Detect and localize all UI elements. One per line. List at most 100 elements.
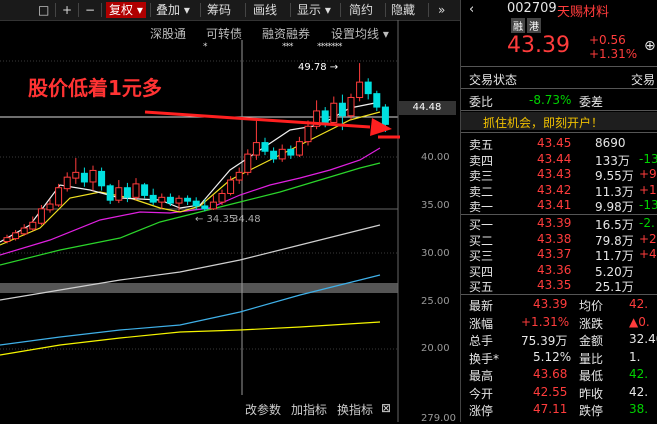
ma-line-green xyxy=(0,162,381,266)
stock-code: 002709 xyxy=(507,1,557,16)
stats-row: 总手 75.39万金额 32.40 xyxy=(461,332,657,348)
candle-body xyxy=(55,187,63,206)
stat-value: 1. xyxy=(629,349,641,364)
price-change: +0.56 xyxy=(589,33,626,47)
ask-row[interactable]: 卖三 43.43 9.55万 +9. xyxy=(461,167,657,184)
price-pct: +1.31% xyxy=(589,47,638,61)
ask-row[interactable]: 卖四 43.44 133万 -13. xyxy=(461,151,657,168)
low-label: ← 34.35 xyxy=(195,214,235,225)
order-label: 买四 xyxy=(469,264,494,279)
order-price: 43.35 xyxy=(537,278,572,293)
candle-body xyxy=(89,169,97,183)
order-volume: 133万 xyxy=(595,153,630,168)
add-indicator-button[interactable]: 加指标 xyxy=(291,401,327,418)
order-price: 43.38 xyxy=(537,231,572,246)
high-label: 49.78 → xyxy=(298,62,338,73)
order-volume: 9.55万 xyxy=(595,169,634,184)
order-label: 卖五 xyxy=(469,138,494,152)
margin-badge: 融 xyxy=(511,18,525,33)
candle-body xyxy=(192,200,200,207)
stats-row: 换手* 5.12% 量比 1. xyxy=(461,349,657,366)
candle-body xyxy=(115,187,123,201)
order-label: 买五 xyxy=(469,280,494,295)
promo-banner[interactable]: 抓住机会，即刻开户！ xyxy=(461,112,657,130)
candle-body xyxy=(347,96,355,117)
stat-label: 跌停 xyxy=(579,404,604,418)
order-label: 卖一 xyxy=(469,200,494,215)
bid-row[interactable]: 买五 43.35 25.1万 xyxy=(461,278,657,295)
candle-body xyxy=(330,102,338,123)
current-price: 43.39 xyxy=(507,33,570,58)
hk-badge: 港 xyxy=(527,18,541,33)
low-label2: 34.48 xyxy=(232,214,261,225)
bid-row[interactable]: 买三 43.37 11.7万 +4. xyxy=(461,247,657,264)
candle-body xyxy=(175,197,183,204)
bid-row[interactable]: 买二 43.38 79.8万 +27. xyxy=(461,231,657,248)
collapse-icon[interactable]: ‹ xyxy=(469,2,474,17)
order-change: -13. xyxy=(639,151,657,166)
ask-row[interactable]: 卖二 43.42 11.3万 +10 xyxy=(461,182,657,199)
candle-body xyxy=(158,196,166,203)
close-icon[interactable]: ⊠ xyxy=(381,401,391,415)
stat-value: 75.39万 xyxy=(521,334,568,348)
candle-body xyxy=(252,142,260,156)
candle-body xyxy=(72,171,80,179)
stats-row: 最新 43.39 均价 42. xyxy=(461,297,657,313)
candle-body xyxy=(141,184,149,196)
add-icon[interactable]: ⊕ xyxy=(644,38,656,54)
bid-row[interactable]: 买四 43.36 5.20万 xyxy=(461,263,657,279)
y-tick: 279.00 xyxy=(421,413,456,424)
stats-row: 涨停 47.11 跌停 38. xyxy=(461,402,657,418)
candle-body xyxy=(278,148,286,160)
order-change: +10 xyxy=(639,182,657,197)
candle-body xyxy=(63,176,71,190)
candle-body xyxy=(98,170,106,187)
candle-body xyxy=(373,93,381,108)
order-label: 卖三 xyxy=(469,169,494,184)
order-change: -2. xyxy=(639,216,655,230)
change-indicator-button[interactable]: 换指标 xyxy=(337,401,373,418)
candle-body xyxy=(270,150,278,160)
candle-body xyxy=(12,232,20,240)
order-volume: 16.5万 xyxy=(595,218,634,232)
stat-label: 涨幅 xyxy=(469,316,494,331)
stat-value: 42. xyxy=(629,297,649,311)
order-volume: 5.20万 xyxy=(595,264,634,279)
webi-label: 委比 xyxy=(469,95,494,109)
quote-panel: ‹ 002709 天赐材料 融 港 43.39 +0.56 +1.31% ⊕ 交… xyxy=(460,0,657,422)
candle-body xyxy=(261,142,269,152)
order-price: 43.44 xyxy=(537,151,572,166)
y-tick: 40.00 xyxy=(421,152,450,163)
order-change: -13. xyxy=(639,198,657,213)
stat-label: 总手 xyxy=(469,334,494,348)
stat-value: 32.40 xyxy=(629,332,657,346)
ask-row[interactable]: 卖一 43.41 9.98万 -13. xyxy=(461,198,657,215)
candle-body xyxy=(29,221,37,230)
edit-params-button[interactable]: 改参数 xyxy=(245,401,281,418)
webi-value: -8.73% xyxy=(529,93,572,107)
candle-body xyxy=(132,183,140,198)
candle-body xyxy=(80,172,88,183)
order-price: 43.43 xyxy=(537,167,572,182)
y-tick: 20.00 xyxy=(421,343,450,354)
y-tick: 30.00 xyxy=(421,248,450,259)
ask-row[interactable]: 卖五 43.45 8690 xyxy=(461,136,657,152)
candle-body xyxy=(123,187,131,198)
candle-body xyxy=(381,106,389,125)
stat-label: 涨停 xyxy=(469,404,494,418)
stat-value: +1.31% xyxy=(521,314,570,329)
stats-row: 涨幅 +1.31% 涨跌 ▲0. xyxy=(461,314,657,331)
stock-name: 天赐材料 xyxy=(557,5,610,20)
candle-body xyxy=(106,185,114,201)
order-price: 43.39 xyxy=(537,216,572,230)
candlestick-chart[interactable]: 49.78 → ← 34.35 34.48 xyxy=(0,0,460,422)
candle-body xyxy=(295,141,303,156)
order-label: 买三 xyxy=(469,249,494,264)
bid-row[interactable]: 买一 43.39 16.5万 -2. xyxy=(461,216,657,232)
order-volume: 11.3万 xyxy=(595,184,634,199)
section-title: 交易状态 xyxy=(469,73,518,87)
candle-body xyxy=(46,203,54,211)
candle-body xyxy=(166,196,174,204)
stat-label: 涨跌 xyxy=(579,316,604,331)
candle-body xyxy=(287,148,295,156)
